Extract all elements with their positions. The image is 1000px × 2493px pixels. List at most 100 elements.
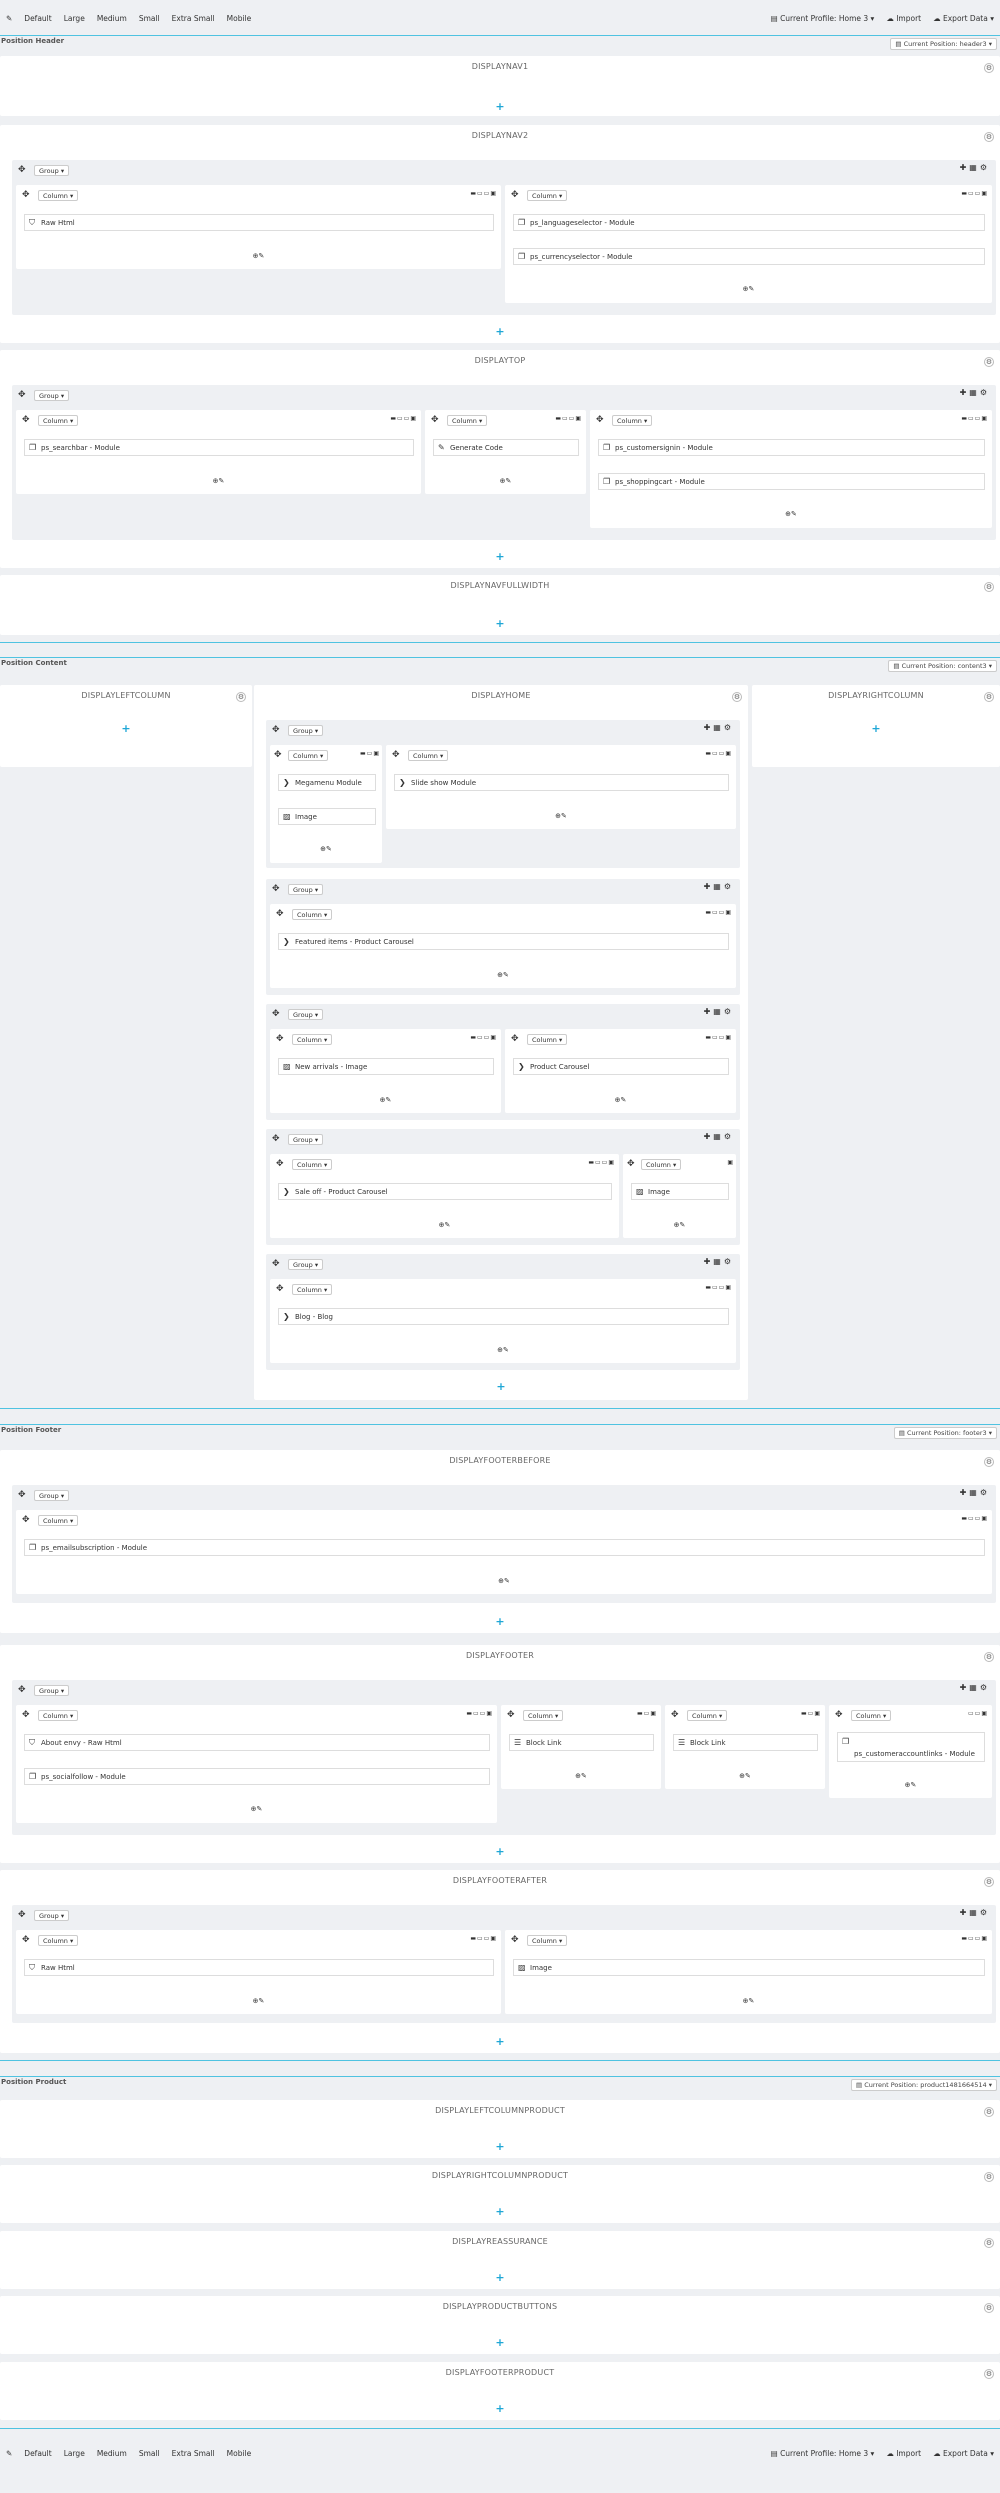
device-extra-small[interactable]: Extra Small: [172, 14, 215, 23]
column-dropdown[interactable]: Column ▾: [38, 1935, 79, 1946]
move-icon[interactable]: ✥: [272, 1259, 280, 1269]
move-icon[interactable]: ✥: [392, 750, 400, 760]
column-width-icon[interactable]: ▬▭▣: [637, 1710, 657, 1717]
device-mobile[interactable]: Mobile: [227, 14, 252, 23]
module-featured[interactable]: ❯ Featured items - Product Carousel: [278, 933, 729, 950]
move-icon[interactable]: ✥: [272, 725, 280, 735]
group-tools-icon[interactable]: ✚▦⚙: [704, 1007, 734, 1016]
column-width-icon[interactable]: ▬▭▭▣: [705, 1284, 732, 1291]
group-dropdown[interactable]: Group ▾: [34, 165, 70, 176]
module-sale-off[interactable]: ❯ Sale off - Product Carousel: [278, 1183, 612, 1200]
column-dropdown[interactable]: Column ▾: [527, 190, 568, 201]
add-edit-icon[interactable]: ⊕✎: [270, 1346, 736, 1354]
export-button[interactable]: ☁ Export Data ▾: [933, 2449, 994, 2458]
column-width-icon[interactable]: ▬▭▭▣: [555, 415, 582, 422]
module-blog[interactable]: ❯ Blog - Blog: [278, 1308, 729, 1325]
column-width-icon[interactable]: ▬▭▣: [801, 1710, 821, 1717]
gear-icon[interactable]: ⚙: [984, 1652, 994, 1662]
module-raw-html[interactable]: ⛉ Raw Html: [24, 214, 494, 231]
move-icon[interactable]: ✥: [22, 415, 30, 425]
position-content-select[interactable]: ▤ Current Position: content3 ▾: [888, 660, 997, 672]
add-group-plus-icon[interactable]: +: [0, 2271, 1000, 2284]
group-dropdown[interactable]: Group ▾: [288, 1259, 324, 1270]
group-tools-icon[interactable]: ✚▦⚙: [704, 723, 734, 732]
gear-icon[interactable]: ⚙: [984, 2238, 994, 2248]
column-width-icon[interactable]: ▬▭▭▣: [961, 190, 988, 197]
export-button[interactable]: ☁ Export Data ▾: [933, 14, 994, 23]
add-group-plus-icon[interactable]: +: [0, 2336, 1000, 2349]
group-dropdown[interactable]: Group ▾: [288, 1134, 324, 1145]
module-currencyselector[interactable]: ❐ ps_currencyselector - Module: [513, 248, 985, 265]
gear-icon[interactable]: ⚙: [984, 132, 994, 142]
column-dropdown[interactable]: Column ▾: [38, 1710, 79, 1721]
add-group-plus-icon[interactable]: +: [0, 325, 1000, 338]
module-raw-html[interactable]: ⛉ Raw Html: [24, 1959, 494, 1976]
column-width-icon[interactable]: ▣: [727, 1159, 734, 1166]
device-extra-small[interactable]: Extra Small: [172, 2449, 215, 2458]
gear-icon[interactable]: ⚙: [984, 582, 994, 592]
add-group-plus-icon[interactable]: +: [0, 2035, 1000, 2048]
move-icon[interactable]: ✥: [511, 190, 519, 200]
move-icon[interactable]: ✥: [511, 1935, 519, 1945]
gear-icon[interactable]: ⚙: [732, 692, 742, 702]
move-icon[interactable]: ✥: [22, 190, 30, 200]
gear-icon[interactable]: ⚙: [984, 357, 994, 367]
group-dropdown[interactable]: Group ▾: [34, 1685, 70, 1696]
group-dropdown[interactable]: Group ▾: [288, 1009, 324, 1020]
group-tools-icon[interactable]: ✚▦⚙: [960, 1683, 990, 1692]
group-dropdown[interactable]: Group ▾: [34, 1490, 70, 1501]
device-medium[interactable]: Medium: [97, 14, 127, 23]
add-group-plus-icon[interactable]: +: [0, 2140, 1000, 2153]
group-dropdown[interactable]: Group ▾: [34, 1910, 70, 1921]
move-icon[interactable]: ✥: [627, 1159, 635, 1169]
module-block-link[interactable]: ☰ Block Link: [509, 1734, 654, 1751]
column-width-icon[interactable]: ▭▭▣: [968, 1710, 988, 1717]
column-dropdown[interactable]: Column ▾: [687, 1710, 728, 1721]
column-width-icon[interactable]: ▬▭▭▣: [470, 190, 497, 197]
add-group-plus-icon[interactable]: +: [0, 100, 1000, 113]
add-edit-icon[interactable]: ⊕✎: [665, 1772, 825, 1780]
column-dropdown[interactable]: Column ▾: [292, 909, 333, 920]
current-profile-button[interactable]: ▤ Current Profile: Home 3 ▾: [771, 2449, 875, 2458]
column-dropdown[interactable]: Column ▾: [292, 1284, 333, 1295]
column-dropdown[interactable]: Column ▾: [612, 415, 653, 426]
move-icon[interactable]: ✥: [272, 884, 280, 894]
add-edit-icon[interactable]: ⊕✎: [505, 1096, 736, 1104]
move-icon[interactable]: ✥: [22, 1935, 30, 1945]
column-width-icon[interactable]: ▬▭▭▣: [961, 415, 988, 422]
position-header-select[interactable]: ▤ Current Position: header3 ▾: [890, 38, 997, 50]
device-small[interactable]: Small: [139, 2449, 160, 2458]
column-dropdown[interactable]: Column ▾: [292, 1034, 333, 1045]
module-image[interactable]: ▨ Image: [513, 1959, 985, 1976]
group-tools-icon[interactable]: ✚▦⚙: [704, 1132, 734, 1141]
column-dropdown[interactable]: Column ▾: [38, 415, 79, 426]
group-tools-icon[interactable]: ✚▦⚙: [960, 1488, 990, 1497]
add-edit-icon[interactable]: ⊕✎: [16, 1577, 992, 1585]
module-generate-code[interactable]: ✎ Generate Code: [433, 439, 579, 456]
column-dropdown[interactable]: Column ▾: [38, 1515, 79, 1526]
add-group-plus-icon[interactable]: +: [0, 550, 1000, 563]
move-icon[interactable]: ✥: [835, 1710, 843, 1720]
module-slideshow[interactable]: ❯ Slide show Module: [394, 774, 729, 791]
move-icon[interactable]: ✥: [596, 415, 604, 425]
device-small[interactable]: Small: [139, 14, 160, 23]
column-dropdown[interactable]: Column ▾: [288, 750, 329, 761]
group-tools-icon[interactable]: ✚▦⚙: [704, 1257, 734, 1266]
add-edit-icon[interactable]: ⊕✎: [270, 845, 382, 853]
gear-icon[interactable]: ⚙: [984, 2369, 994, 2379]
module-about[interactable]: ⛉ About envy - Raw Html: [24, 1734, 490, 1751]
group-tools-icon[interactable]: ✚▦⚙: [960, 388, 990, 397]
gear-icon[interactable]: ⚙: [984, 63, 994, 73]
add-edit-icon[interactable]: ⊕✎: [425, 477, 586, 485]
column-dropdown[interactable]: Column ▾: [292, 1159, 333, 1170]
gear-icon[interactable]: ⚙: [984, 2303, 994, 2313]
move-icon[interactable]: ✥: [276, 1159, 284, 1169]
move-icon[interactable]: ✥: [18, 1910, 26, 1920]
gear-icon[interactable]: ⚙: [984, 1877, 994, 1887]
module-product-carousel[interactable]: ❯ Product Carousel: [513, 1058, 729, 1075]
move-icon[interactable]: ✥: [18, 1490, 26, 1500]
device-large[interactable]: Large: [64, 14, 85, 23]
add-edit-icon[interactable]: ⊕✎: [501, 1772, 661, 1780]
column-width-icon[interactable]: ▬▭▭▣: [705, 750, 732, 757]
import-button[interactable]: ☁ Import: [886, 14, 921, 23]
